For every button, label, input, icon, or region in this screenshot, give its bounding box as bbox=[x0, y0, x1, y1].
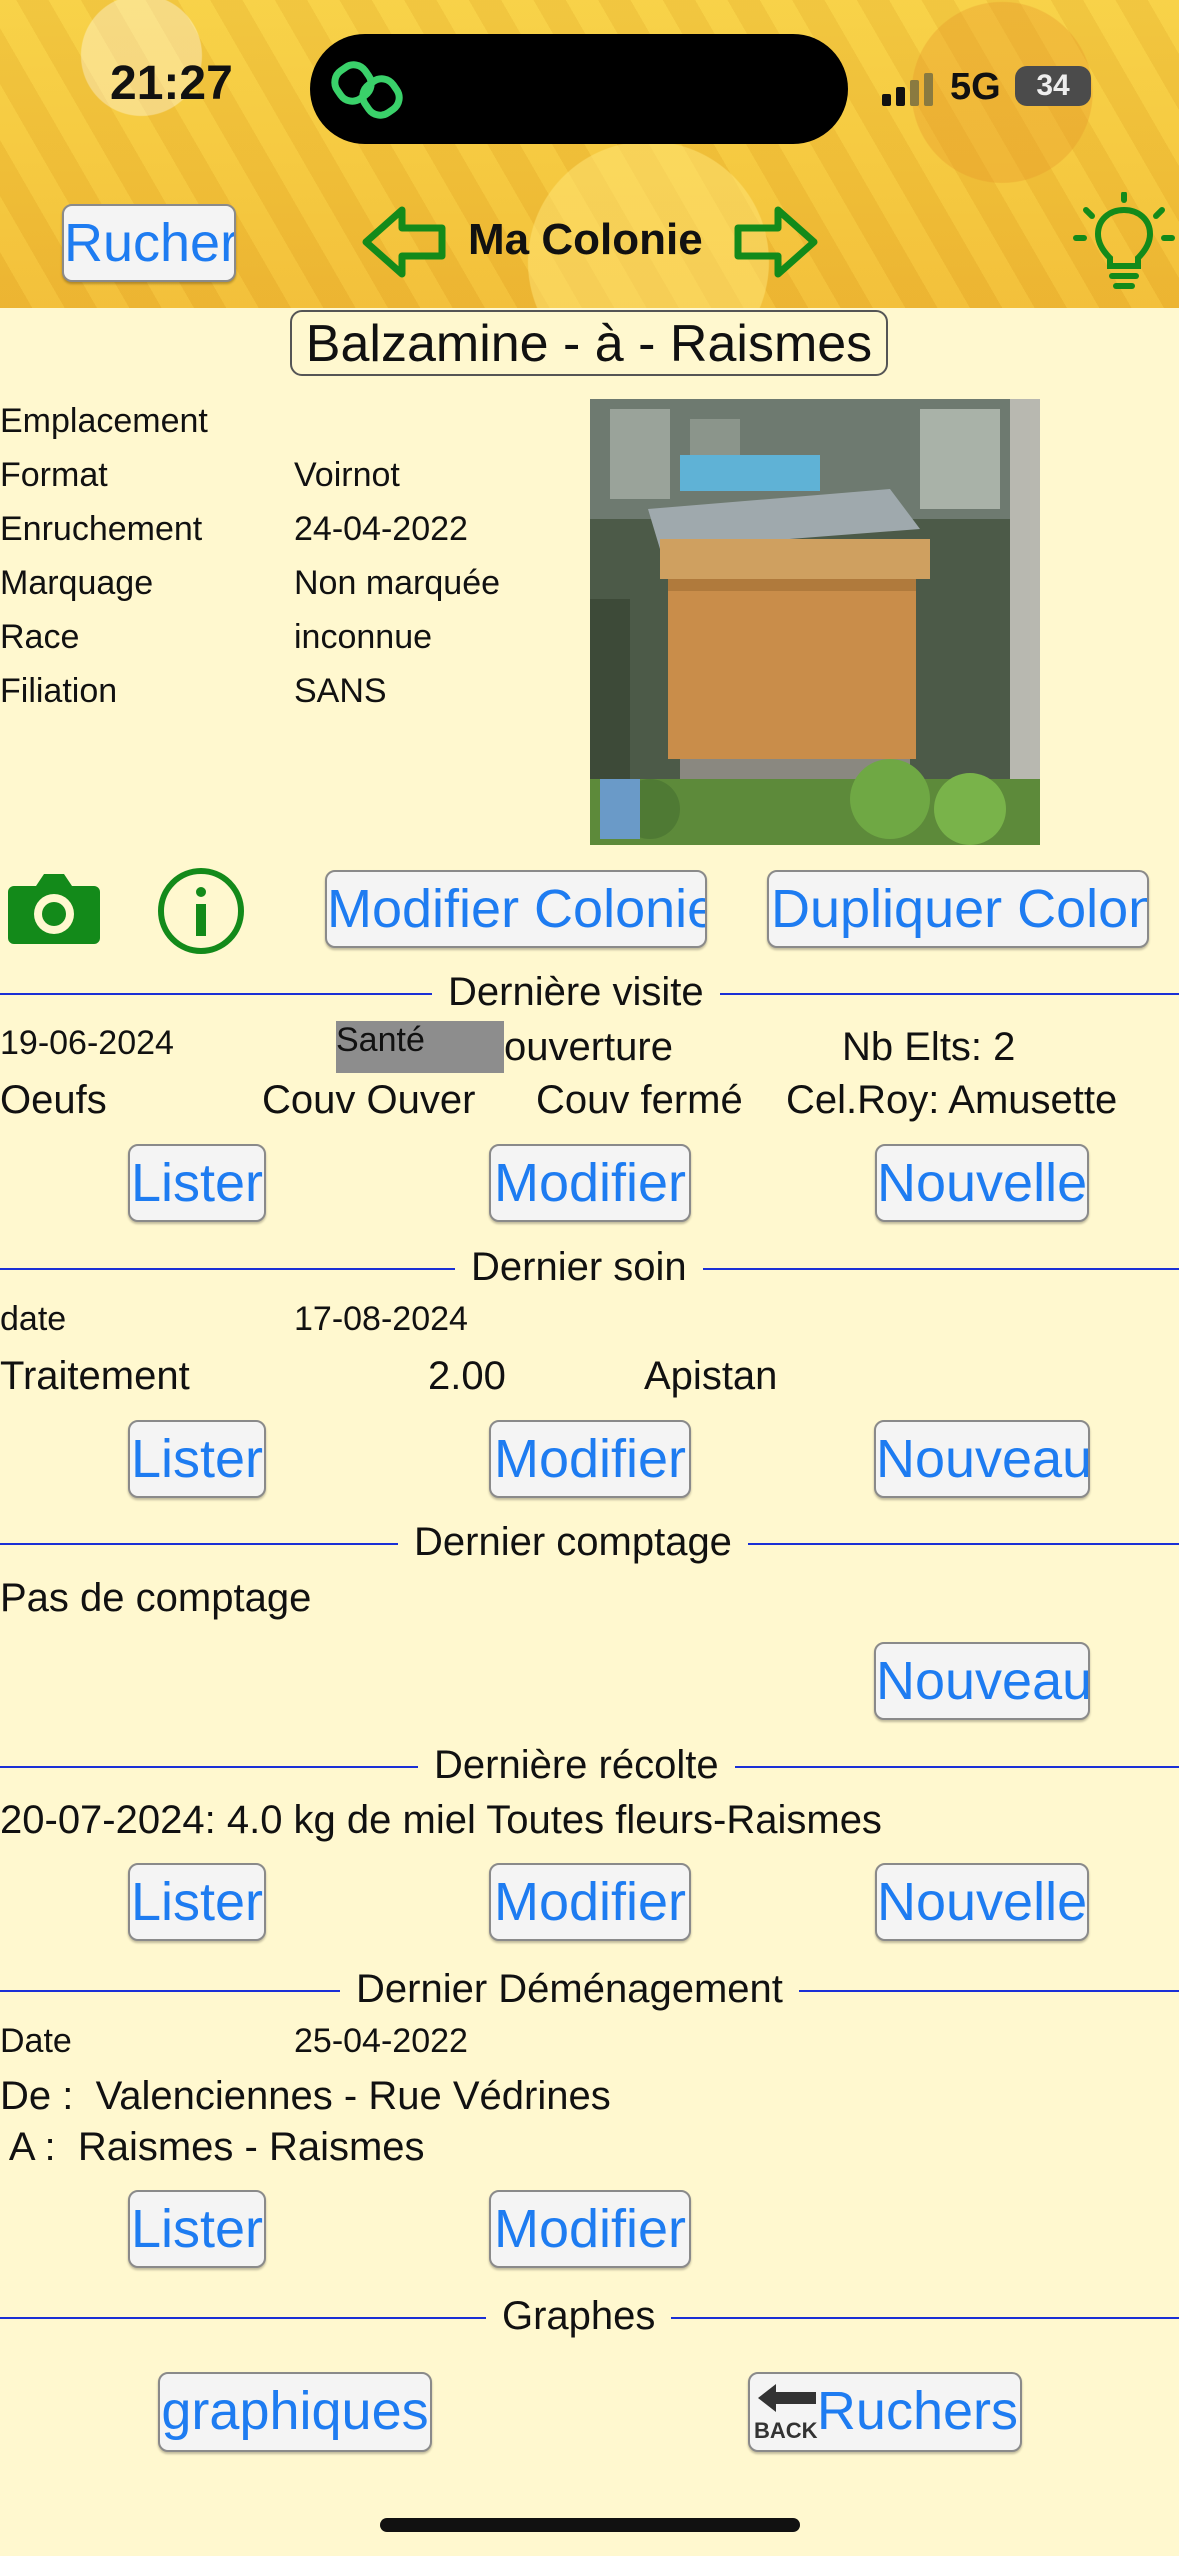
battery-indicator: 34 bbox=[1015, 66, 1091, 106]
visit-elements-count: Nb Elts: 2 bbox=[842, 1025, 1016, 1069]
move-date: 25-04-2022 bbox=[294, 2022, 468, 2060]
field-value: SANS bbox=[294, 672, 387, 710]
field-label: Enruchement bbox=[0, 510, 203, 548]
field-label: Format bbox=[0, 456, 108, 494]
hive-name: Balzamine - à - Raismes bbox=[290, 310, 888, 376]
visit-open-brood: Couv Ouver bbox=[262, 1078, 476, 1122]
visit-date: 19-06-2024 bbox=[0, 1024, 174, 1062]
visit-tag-badge: Santé bbox=[336, 1021, 504, 1073]
page-title: Ma Colonie bbox=[468, 215, 703, 264]
visit-new-button[interactable]: Nouvelle bbox=[875, 1144, 1089, 1222]
count-new-button[interactable]: Nouveau bbox=[874, 1642, 1090, 1720]
care-kind: Traitement bbox=[0, 1354, 190, 1398]
field-label: Filiation bbox=[0, 672, 118, 710]
harvest-new-button[interactable]: Nouvelle bbox=[875, 1863, 1089, 1941]
arrow-right-icon[interactable] bbox=[734, 204, 818, 280]
care-list-button[interactable]: Lister bbox=[128, 1420, 266, 1498]
network-type: 5G bbox=[950, 66, 1001, 108]
lightbulb-icon[interactable] bbox=[1072, 192, 1176, 296]
section-title-count: Dernier comptage bbox=[398, 1520, 748, 1565]
ruchers-back-button[interactable]: BACK Ruchers bbox=[748, 2372, 1022, 2452]
move-to: A : Raismes - Raismes bbox=[0, 2125, 425, 2169]
home-indicator[interactable] bbox=[380, 2518, 800, 2532]
ruchers-label: Ruchers bbox=[816, 2381, 1018, 2441]
section-title-visit: Dernière visite bbox=[432, 970, 720, 1015]
care-amount: 2.00 bbox=[428, 1354, 506, 1398]
move-list-button[interactable]: Lister bbox=[128, 2190, 266, 2268]
visit-closed-brood: Couv fermé bbox=[536, 1078, 743, 1122]
field-label: Marquage bbox=[0, 564, 154, 602]
field-label: Emplacement bbox=[0, 402, 208, 440]
count-empty-text: Pas de comptage bbox=[0, 1576, 312, 1620]
field-value: Non marquée bbox=[294, 564, 501, 602]
care-product: Apistan bbox=[644, 1354, 778, 1398]
back-badge-text: BACK bbox=[754, 2418, 818, 2443]
care-modify-button[interactable]: Modifier bbox=[489, 1420, 691, 1498]
camera-icon[interactable] bbox=[8, 866, 100, 946]
charts-button[interactable]: graphiques bbox=[158, 2372, 432, 2452]
hive-photo[interactable] bbox=[590, 399, 1040, 845]
move-from: De : Valenciennes - Rue Védrines bbox=[0, 2074, 611, 2118]
harvest-summary: 20-07-2024: 4.0 kg de miel Toutes fleurs… bbox=[0, 1798, 882, 1842]
header-bar: 21:27 5G 34 Rucher Ma Colonie bbox=[0, 0, 1179, 308]
visit-type: ouverture bbox=[504, 1025, 673, 1069]
chain-link-icon bbox=[331, 61, 403, 119]
section-title-harvest: Dernière récolte bbox=[418, 1743, 735, 1788]
section-title-move: Dernier Déménagement bbox=[340, 1967, 799, 2012]
care-new-button[interactable]: Nouveau bbox=[874, 1420, 1090, 1498]
duplicate-colony-button[interactable]: Dupliquer Colonie bbox=[767, 870, 1149, 948]
section-title-graphs: Graphes bbox=[486, 2294, 672, 2339]
status-time: 21:27 bbox=[110, 57, 233, 110]
info-icon[interactable] bbox=[156, 866, 246, 956]
move-date-label: Date bbox=[0, 2022, 72, 2060]
care-date-label: date bbox=[0, 1300, 67, 1338]
visit-list-button[interactable]: Lister bbox=[128, 1144, 266, 1222]
visit-modify-button[interactable]: Modifier bbox=[489, 1144, 691, 1222]
rucher-back-button[interactable]: Rucher bbox=[62, 204, 236, 282]
move-modify-button[interactable]: Modifier bbox=[489, 2190, 691, 2268]
visit-eggs: Oeufs bbox=[0, 1078, 107, 1122]
field-value: inconnue bbox=[294, 618, 433, 656]
care-date: 17-08-2024 bbox=[294, 1300, 468, 1338]
harvest-list-button[interactable]: Lister bbox=[128, 1863, 266, 1941]
section-title-care: Dernier soin bbox=[455, 1245, 703, 1290]
field-label: Race bbox=[0, 618, 80, 656]
signal-icon bbox=[882, 73, 933, 106]
modify-colony-button[interactable]: Modifier Colonie bbox=[325, 870, 707, 948]
arrow-left-icon[interactable] bbox=[362, 204, 446, 280]
harvest-modify-button[interactable]: Modifier bbox=[489, 1863, 691, 1941]
field-value: 24-04-2022 bbox=[294, 510, 468, 548]
visit-royal-cells: Cel.Roy: Amusette bbox=[786, 1078, 1118, 1122]
field-value: Voirnot bbox=[294, 456, 400, 494]
